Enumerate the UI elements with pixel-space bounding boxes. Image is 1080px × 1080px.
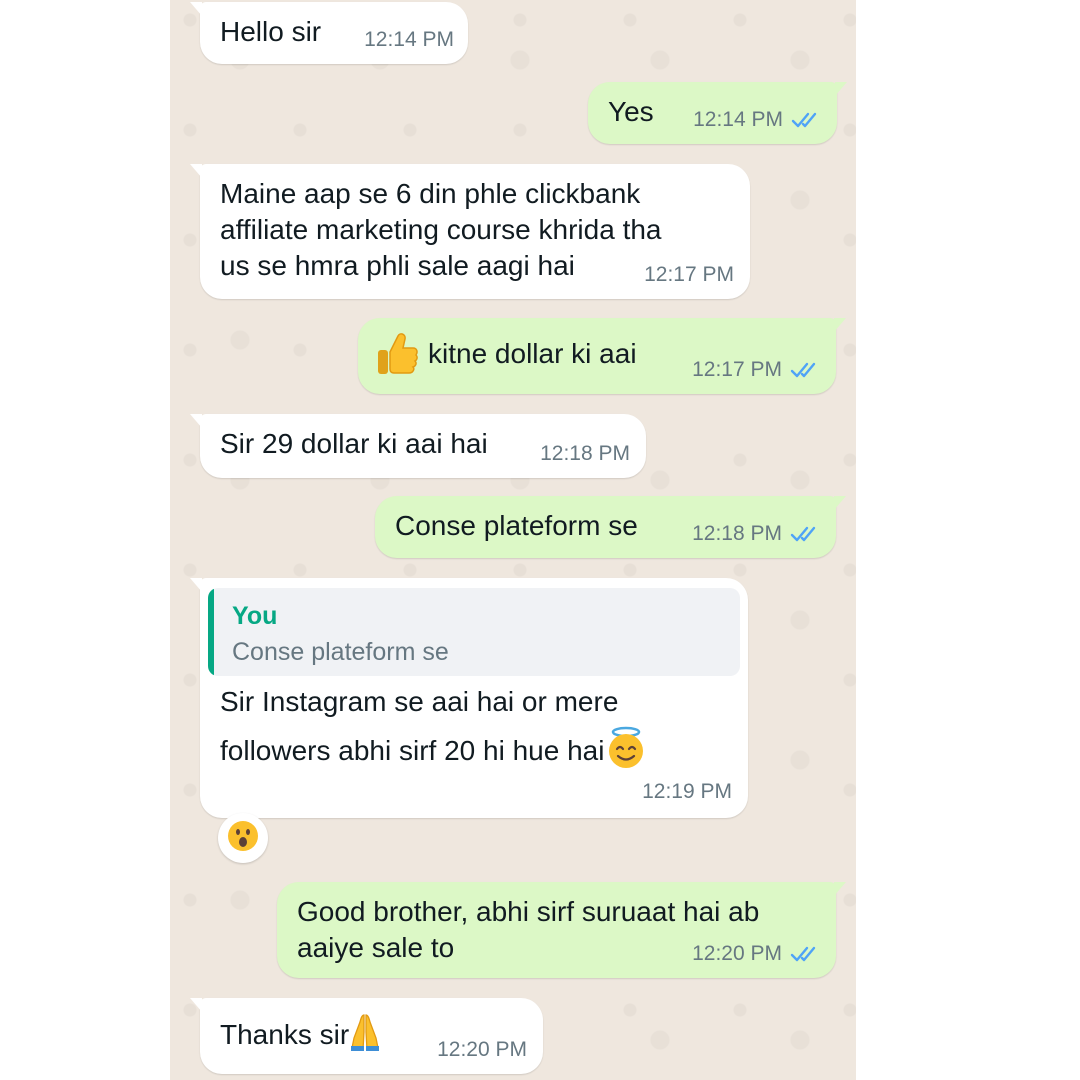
read-ticks-icon (790, 362, 816, 378)
quote-author: You (232, 602, 278, 630)
quote-accent-bar (208, 588, 214, 676)
message-timestamp: 12:18 PM (692, 516, 820, 552)
message-line: aaiye sale to (297, 932, 455, 963)
message-line: Sir Instagram se aai hai or mere (220, 686, 619, 717)
message-text: Sir 29 dollar ki aai hai (220, 428, 488, 459)
message-text: Hello sir (220, 16, 322, 47)
message-text: Yes (608, 96, 654, 127)
outgoing-message[interactable]: Conse plateform se 12:18 PM (375, 496, 846, 558)
message-timestamp: 12:17 PM (644, 263, 734, 286)
message-text: Conse plateform se (395, 510, 638, 541)
quoted-message[interactable]: You Conse plateform se (208, 588, 740, 676)
incoming-message[interactable]: Sir 29 dollar ki aai hai 12:18 PM (190, 414, 646, 478)
message-timestamp: 12:19 PM (642, 780, 732, 803)
message-timestamp: 12:14 PM (693, 102, 821, 138)
incoming-reply-message[interactable]: You Conse plateform se Sir Instagram se … (190, 578, 748, 818)
message-text: kitne dollar ki aai (428, 338, 637, 369)
message-timestamp: 12:14 PM (364, 28, 454, 51)
read-ticks-icon (790, 526, 816, 542)
incoming-message[interactable]: Hello sir 12:14 PM (190, 2, 468, 64)
message-line: us se hmra phli sale aagi hai (220, 250, 575, 281)
message-line: Good brother, abhi sirf suruaat hai ab (297, 896, 760, 927)
message-timestamp: 12:20 PM (692, 936, 820, 972)
quote-text: Conse plateform se (232, 638, 449, 666)
outgoing-message[interactable]: kitne dollar ki aai 12:17 PM (358, 318, 846, 394)
incoming-message[interactable]: Maine aap se 6 din phle clickbank affili… (190, 164, 750, 299)
read-ticks-icon (790, 946, 816, 962)
smiling-face-with-halo-icon (604, 726, 648, 779)
thumbs-up-icon (376, 332, 418, 385)
folded-hands-icon (349, 1012, 381, 1061)
message-line: followers abhi sirf 20 hi hue hai (220, 726, 648, 779)
chat-conversation: Hello sir 12:14 PM Yes 12:14 PM Maine aa… (170, 0, 856, 1080)
message-timestamp: 12:17 PM (692, 352, 820, 388)
reaction-badge[interactable] (218, 813, 268, 863)
message-timestamp: 12:18 PM (540, 442, 630, 465)
message-timestamp: 12:20 PM (437, 1038, 527, 1061)
message-line: Maine aap se 6 din phle clickbank (220, 178, 641, 209)
incoming-message[interactable]: Thanks sir 12:20 PM (190, 998, 543, 1074)
hushed-face-icon (226, 819, 260, 858)
outgoing-message[interactable]: Yes 12:14 PM (588, 82, 847, 144)
message-line: affiliate marketing course khrida tha (220, 214, 662, 245)
message-line: Thanks sir (220, 1012, 381, 1061)
read-ticks-icon (791, 112, 817, 128)
outgoing-message[interactable]: Good brother, abhi sirf suruaat hai ab a… (277, 882, 846, 978)
